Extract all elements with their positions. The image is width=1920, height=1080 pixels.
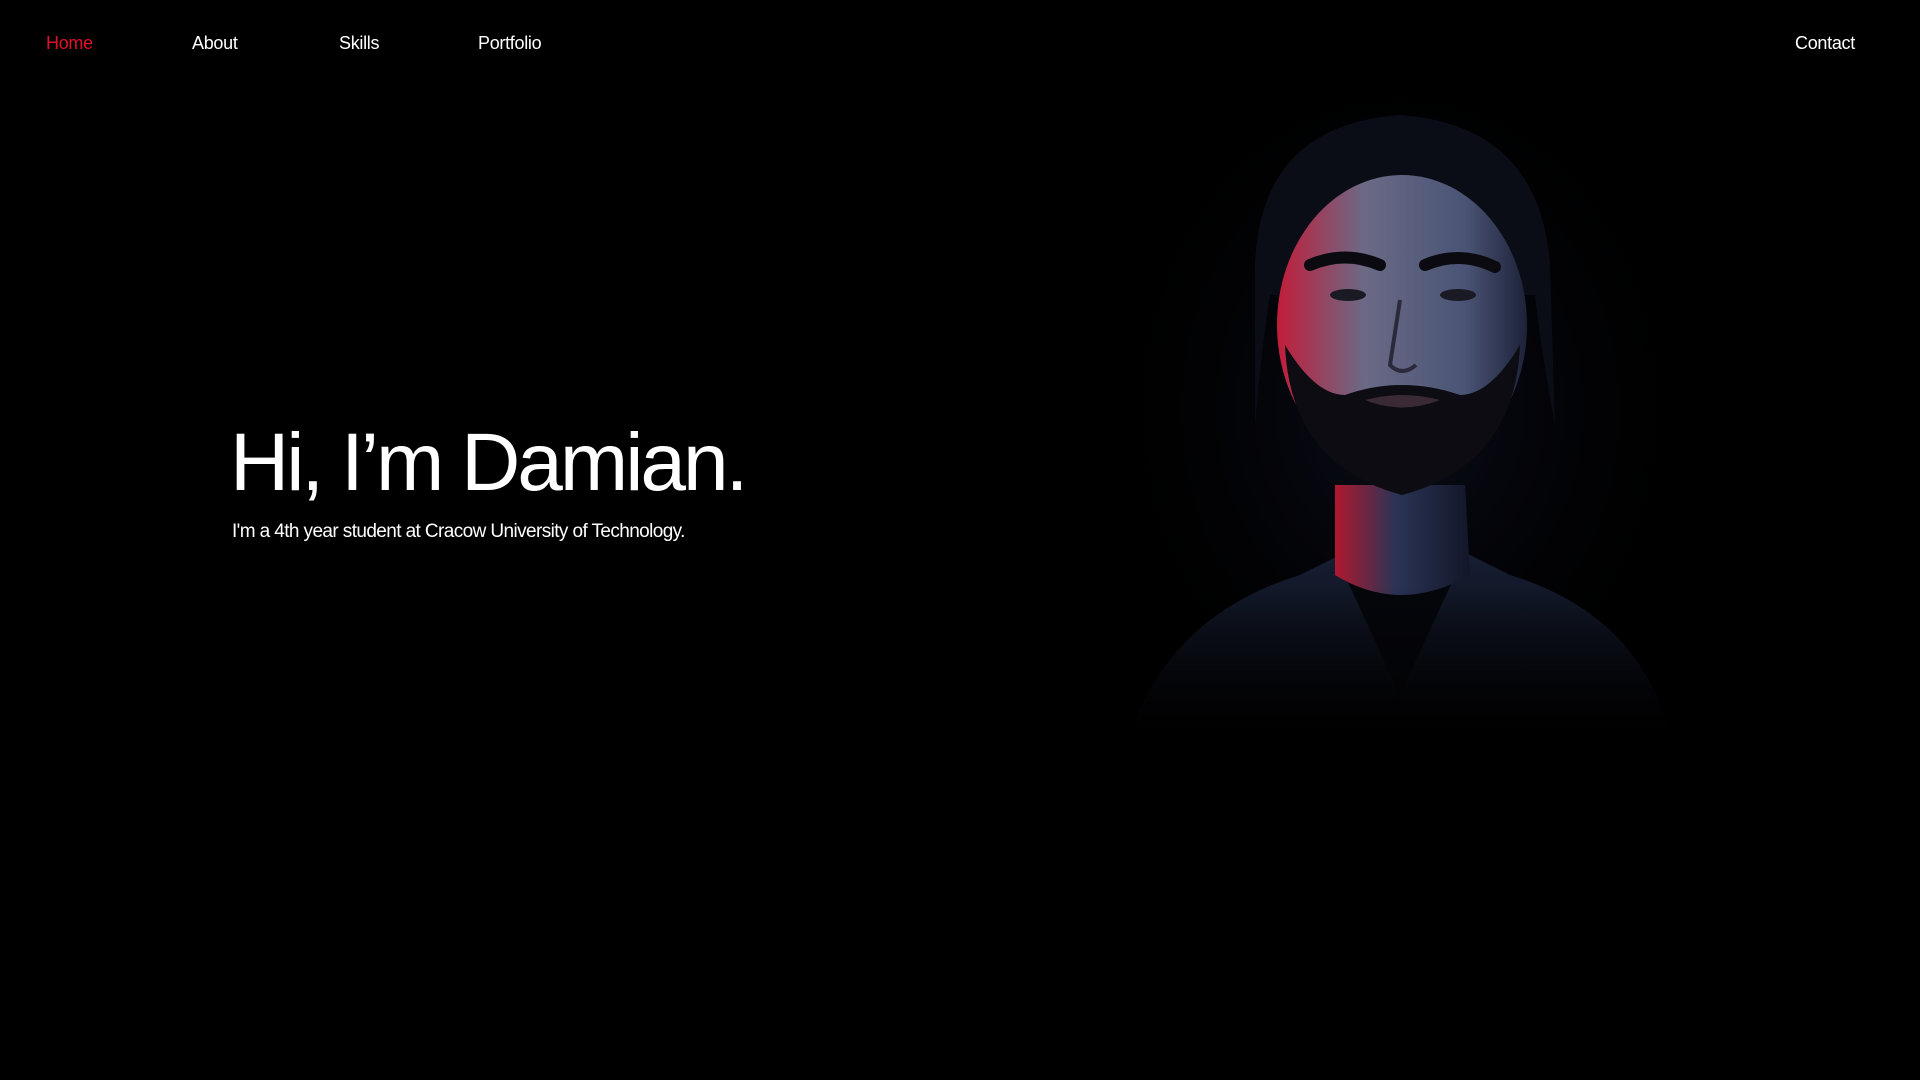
nav-skills-link[interactable]: Skills — [339, 33, 380, 54]
hero-title: Hi, I’m Damian. — [230, 417, 748, 508]
top-navigation: Home About Skills Portfolio Contact — [0, 0, 1920, 90]
nav-about-link[interactable]: About — [192, 33, 238, 54]
hero-subtitle: I'm a 4th year student at Cracow Univers… — [232, 521, 685, 542]
nav-contact-link[interactable]: Contact — [1795, 33, 1855, 54]
person-photo-icon — [1110, 95, 1690, 795]
hero-section: Hi, I’m Damian. I'm a 4th year student a… — [230, 415, 930, 543]
nav-portfolio-link[interactable]: Portfolio — [478, 33, 542, 54]
portrait-photo — [1110, 95, 1690, 795]
nav-home-link[interactable]: Home — [46, 33, 93, 54]
